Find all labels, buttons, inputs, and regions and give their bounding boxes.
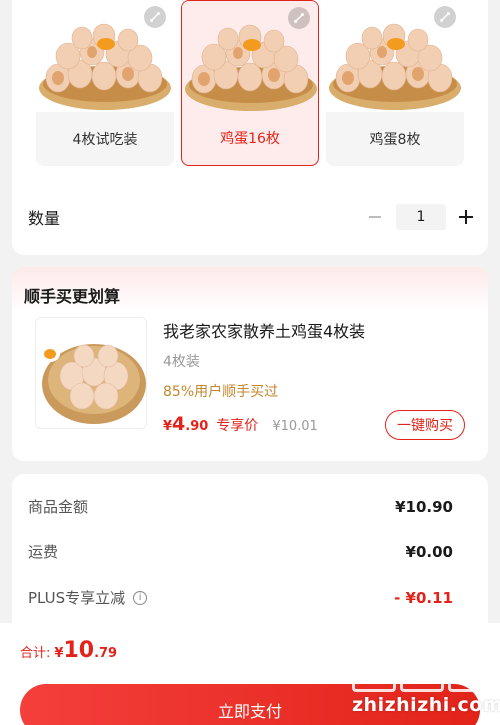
goods-amount-value: ¥10.90 [395, 497, 453, 516]
quantity-label: 数量 [28, 209, 61, 228]
shipping-label: 运费 [28, 543, 59, 561]
goods-amount-label: 商品金额 [28, 498, 89, 516]
total-label: 合计: [20, 646, 51, 661]
total-integer: 10 [63, 638, 95, 663]
plus-discount-value: - ¥0.11 [394, 588, 453, 607]
price-decimal: .90 [185, 419, 209, 434]
total-decimal: .79 [94, 646, 118, 661]
watermark-logo [352, 646, 492, 692]
plus-discount-row: PLUS专享立减 i - ¥0.11 [28, 587, 453, 608]
addon-price: ¥ 4 .90 专享价 ¥10.01 [163, 413, 318, 435]
plus-discount-label: PLUS专享立减 [28, 589, 126, 607]
total-amount: 合计: ¥ 10 .79 [20, 638, 117, 663]
one-click-buy-button[interactable]: 一键购买 [385, 410, 465, 440]
plus-discount-label-wrap: PLUS专享立减 i [28, 587, 148, 608]
expand-icon[interactable] [144, 6, 166, 28]
price-tag: 专享价 [216, 418, 259, 434]
shipping-value: ¥0.00 [405, 542, 453, 561]
spec-option-label: 鸡蛋16枚 [220, 131, 280, 147]
goods-amount-row: 商品金额 ¥10.90 [28, 496, 453, 517]
price-integer: 4 [172, 413, 186, 435]
spec-card: 4枚试吃装 鸡蛋16枚 鸡蛋8枚 数量 1 [12, 0, 488, 255]
expand-icon[interactable] [434, 6, 456, 28]
quantity-value[interactable]: 1 [396, 204, 446, 230]
spec-option-label: 鸡蛋8枚 [369, 132, 421, 148]
quantity-stepper: 1 [366, 204, 474, 230]
addon-product-spec: 4枚装 [163, 354, 200, 370]
quantity-row: 数量 1 [28, 202, 474, 232]
shipping-row: 运费 ¥0.00 [28, 541, 453, 562]
spec-option-label: 4枚试吃装 [72, 132, 138, 148]
addon-popularity: 85%用户顺手买过 [163, 384, 279, 400]
original-price: ¥10.01 [272, 419, 318, 434]
total-currency: ¥ [54, 646, 64, 661]
spec-option-trial[interactable]: 4枚试吃装 [36, 0, 174, 166]
price-currency: ¥ [163, 419, 173, 434]
addon-product-name[interactable]: 我老家农家散养土鸡蛋4枚装 [163, 318, 365, 342]
spec-option-8[interactable]: 鸡蛋8枚 [326, 0, 464, 166]
expand-icon[interactable] [288, 7, 310, 29]
minus-icon[interactable] [366, 206, 384, 228]
addon-product-image[interactable] [35, 317, 147, 429]
addon-section-title: 顺手买更划算 [24, 287, 121, 306]
spec-option-16[interactable]: 鸡蛋16枚 [181, 0, 319, 166]
pay-now-label: 立即支付 [217, 702, 282, 721]
plus-icon[interactable] [458, 206, 474, 228]
info-icon[interactable]: i [133, 590, 148, 605]
watermark-text: zhizhizhi.com [352, 694, 500, 716]
